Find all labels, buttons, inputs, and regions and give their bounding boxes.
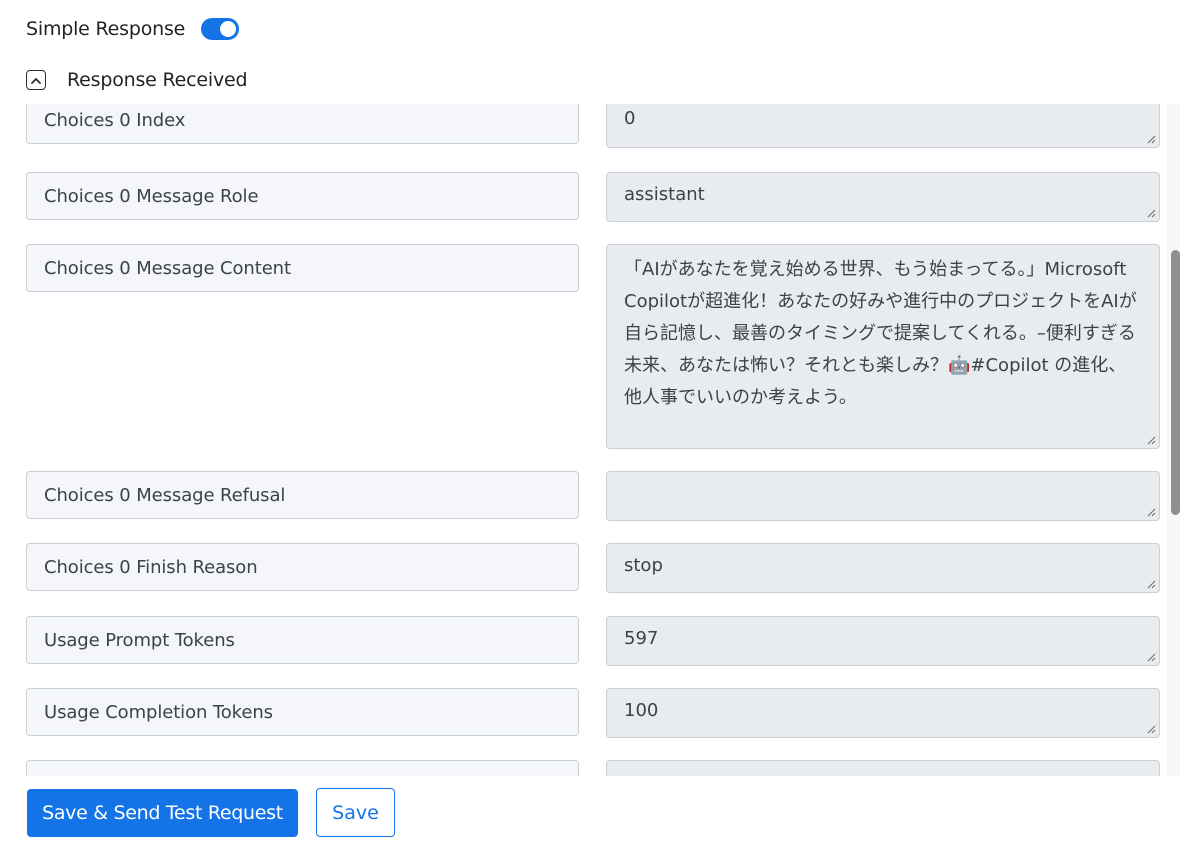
field-name bbox=[26, 760, 579, 776]
field-name: Usage Prompt Tokens bbox=[26, 616, 579, 664]
section-title: Response Received bbox=[67, 69, 248, 91]
response-fields-list[interactable]: Choices 0 Index 0 Choices 0 Message Role… bbox=[0, 104, 1200, 776]
toggle-knob bbox=[220, 21, 237, 37]
field-name: Usage Completion Tokens bbox=[26, 688, 579, 736]
chevron-up-icon[interactable] bbox=[26, 70, 46, 90]
field-value[interactable]: 「AIがあなたを覚え始める世界、もう始まってる。」Microsoft Copil… bbox=[606, 244, 1160, 449]
field-value-text: 「AIがあなたを覚え始める世界、もう始まってる。」Microsoft Copil… bbox=[624, 259, 1137, 408]
field-name: Choices 0 Message Refusal bbox=[26, 471, 579, 519]
resize-grip-icon[interactable] bbox=[1147, 209, 1156, 218]
resize-grip-icon[interactable] bbox=[1147, 725, 1156, 734]
save-and-send-test-request-button[interactable]: Save & Send Test Request bbox=[27, 789, 298, 837]
response-received-header: Response Received bbox=[26, 66, 248, 94]
resize-grip-icon[interactable] bbox=[1147, 135, 1156, 144]
field-name: Choices 0 Message Role bbox=[26, 172, 579, 220]
field-value-text: stop bbox=[624, 555, 663, 576]
field-name: Choices 0 Index bbox=[26, 104, 579, 144]
field-value-text: assistant bbox=[624, 184, 705, 205]
field-value-text: 0 bbox=[624, 108, 636, 129]
scrollbar-thumb[interactable] bbox=[1171, 250, 1180, 515]
field-value[interactable]: 100 bbox=[606, 688, 1160, 738]
footer-actions: Save & Send Test Request Save bbox=[0, 776, 1200, 854]
resize-grip-icon[interactable] bbox=[1147, 436, 1156, 445]
simple-response-label: Simple Response bbox=[26, 18, 186, 40]
field-value-text: 597 bbox=[624, 628, 659, 649]
field-value[interactable]: 597 bbox=[606, 616, 1160, 666]
field-value[interactable]: stop bbox=[606, 543, 1160, 593]
simple-response-row: Simple Response bbox=[26, 14, 240, 44]
field-value[interactable] bbox=[606, 471, 1160, 521]
save-button[interactable]: Save bbox=[316, 788, 395, 837]
resize-grip-icon[interactable] bbox=[1147, 653, 1156, 662]
field-name: Choices 0 Message Content bbox=[26, 244, 579, 292]
resize-grip-icon[interactable] bbox=[1147, 580, 1156, 589]
field-value-text: 100 bbox=[624, 700, 659, 721]
resize-grip-icon[interactable] bbox=[1147, 508, 1156, 517]
field-value[interactable]: assistant bbox=[606, 172, 1160, 222]
field-name: Choices 0 Finish Reason bbox=[26, 543, 579, 591]
simple-response-toggle[interactable] bbox=[201, 18, 240, 40]
field-value[interactable] bbox=[606, 760, 1160, 776]
field-value[interactable]: 0 bbox=[606, 104, 1160, 148]
